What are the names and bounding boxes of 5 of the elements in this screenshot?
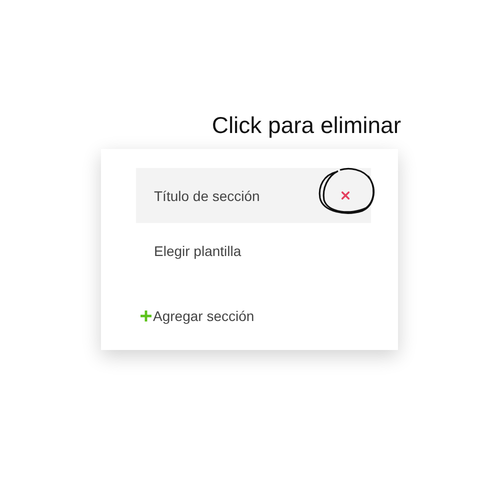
menu-item[interactable]: Elegir plantilla [136, 223, 371, 278]
plus-icon [140, 310, 152, 322]
add-section-button[interactable]: Agregar sección [140, 308, 254, 324]
hint-caption: Click para eliminar [212, 111, 401, 139]
close-icon[interactable] [341, 191, 350, 200]
